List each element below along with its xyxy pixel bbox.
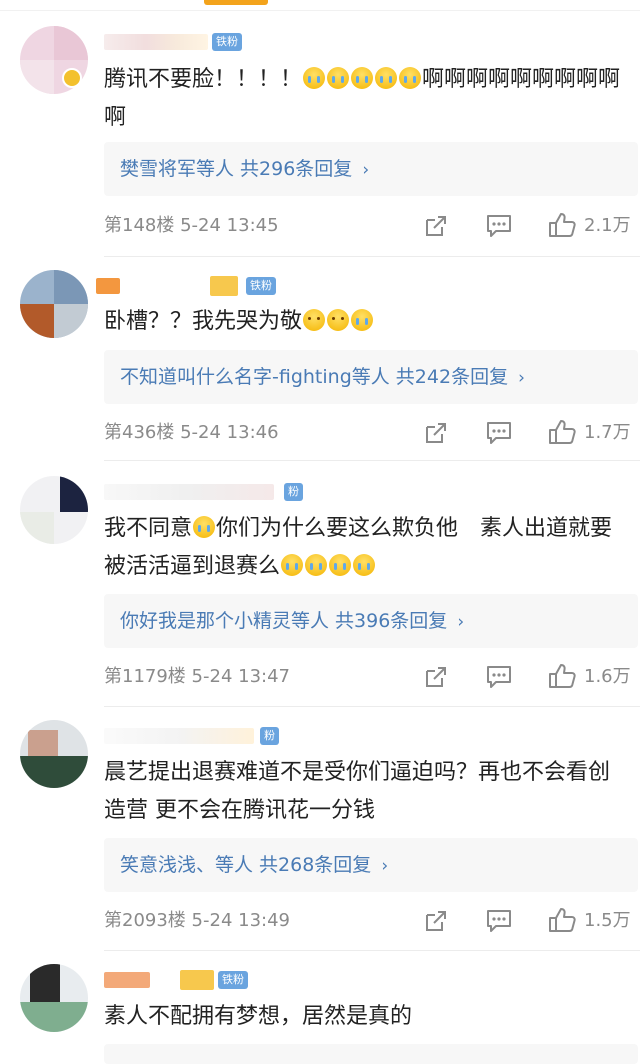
- comment-divider: [104, 460, 640, 461]
- comment-text: 腾讯不要脸！！！！ 啊啊啊啊啊啊啊啊啊啊: [104, 67, 621, 130]
- like-count: 1.7万: [584, 422, 631, 443]
- smile-emoji-icon: [303, 309, 326, 331]
- comment-divider: [104, 950, 640, 951]
- comment-icon[interactable]: [486, 421, 512, 445]
- chevron-right-icon: ›: [362, 160, 370, 180]
- vip-icon: [210, 276, 238, 296]
- thumbs-up-icon[interactable]: [548, 907, 576, 933]
- chevron-right-icon: ›: [381, 856, 389, 876]
- fan-badge: 粉: [284, 483, 303, 501]
- fan-badge: 铁粉: [218, 971, 248, 989]
- username[interactable]: [96, 278, 120, 294]
- crying-emoji-icon: [193, 516, 216, 538]
- crying-emoji-icon: [327, 67, 350, 89]
- thinking-emoji-icon: [327, 309, 350, 331]
- username[interactable]: [104, 34, 208, 50]
- replies-link[interactable]: 樊雪将军等人 共296条回复 ›: [104, 142, 638, 196]
- crying-emoji-icon: [353, 554, 376, 576]
- thumbs-up-icon[interactable]: [548, 212, 576, 238]
- fan-badge: 粉: [260, 727, 279, 745]
- share-icon[interactable]: [424, 421, 448, 445]
- thumbs-up-icon[interactable]: [548, 663, 576, 689]
- username[interactable]: [104, 484, 274, 500]
- comment-icon[interactable]: [486, 214, 512, 238]
- avatar[interactable]: [20, 720, 88, 788]
- fan-badge: 铁粉: [212, 33, 242, 51]
- comment-text: 晨艺提出退赛难道不是受你们逼迫吗？再也不会看创造营 更不会在腾讯花一分钱: [104, 760, 611, 823]
- like-count: 1.5万: [584, 910, 631, 931]
- avatar[interactable]: [20, 270, 88, 338]
- crying-emoji-icon: [305, 554, 328, 576]
- like-count: 1.6万: [584, 666, 631, 687]
- crying-emoji-icon: [329, 554, 352, 576]
- comment-icon[interactable]: [486, 665, 512, 689]
- crying-emoji-icon: [375, 67, 398, 89]
- comment-icon[interactable]: [486, 909, 512, 933]
- crying-emoji-icon: [303, 67, 326, 89]
- replies-link[interactable]: 你好我是那个小精灵等人 共396条回复 ›: [104, 594, 638, 648]
- vip-icon: [180, 970, 214, 990]
- chevron-right-icon: ›: [518, 368, 525, 388]
- crying-emoji-icon: [399, 67, 422, 89]
- share-icon[interactable]: [424, 909, 448, 933]
- comment-divider: [104, 706, 640, 707]
- comment-meta: 第1179楼 5-24 13:47: [104, 666, 290, 687]
- crying-emoji-icon: [281, 554, 304, 576]
- active-tab-indicator: [204, 0, 268, 5]
- crying-emoji-icon: [351, 67, 374, 89]
- replies-link[interactable]: 不知道叫什么名字-fighting等人 共242条回复 ›: [104, 350, 638, 404]
- thumbs-up-icon[interactable]: [548, 419, 576, 445]
- fan-badge: 铁粉: [246, 277, 276, 295]
- share-icon[interactable]: [424, 665, 448, 689]
- username[interactable]: [104, 728, 254, 744]
- comment-text: 我不同意 你们为什么要这么欺负他 素人出道就要被活活逼到退赛么: [104, 516, 613, 579]
- top-divider: [0, 10, 640, 11]
- comment-meta: 第436楼 5-24 13:46: [104, 422, 279, 443]
- avatar[interactable]: [20, 476, 88, 544]
- share-icon[interactable]: [424, 214, 448, 238]
- comment-meta: 第148楼 5-24 13:45: [104, 215, 279, 236]
- crying-emoji-icon: [351, 309, 374, 331]
- comment-text: 素人不配拥有梦想，居然是真的: [104, 1004, 413, 1029]
- chevron-right-icon: ›: [457, 612, 465, 632]
- comment-divider: [104, 256, 640, 257]
- comment-text: 卧槽？？我先哭为敬: [104, 303, 624, 341]
- like-count: 2.1万: [584, 215, 631, 236]
- comment-meta: 第2093楼 5-24 13:49: [104, 910, 290, 931]
- vip-icon: [62, 68, 82, 88]
- avatar[interactable]: [20, 964, 88, 1032]
- replies-link[interactable]: 笑意浅浅、等人 共268条回复 ›: [104, 838, 638, 892]
- replies-link[interactable]: [104, 1044, 638, 1064]
- username[interactable]: [104, 972, 150, 988]
